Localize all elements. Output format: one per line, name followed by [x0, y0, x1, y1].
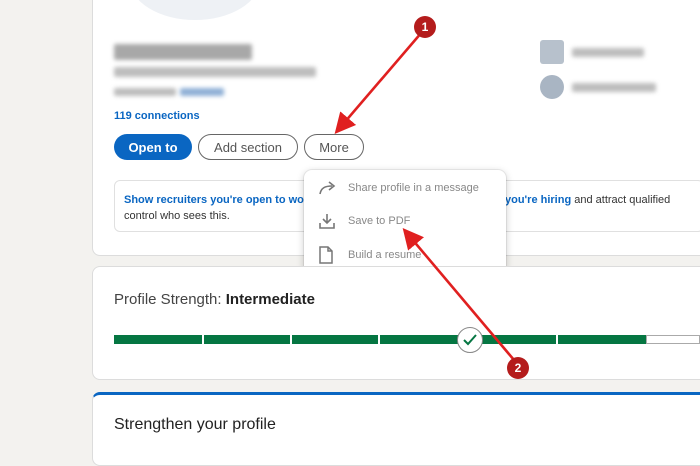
annotation-badge-2: 2 [507, 357, 529, 379]
annotation-arrows [334, 31, 515, 361]
annotation-badge-1: 1 [414, 16, 436, 38]
annotation-arrow-2 [402, 228, 515, 361]
annotation-arrow-1 [334, 31, 423, 134]
